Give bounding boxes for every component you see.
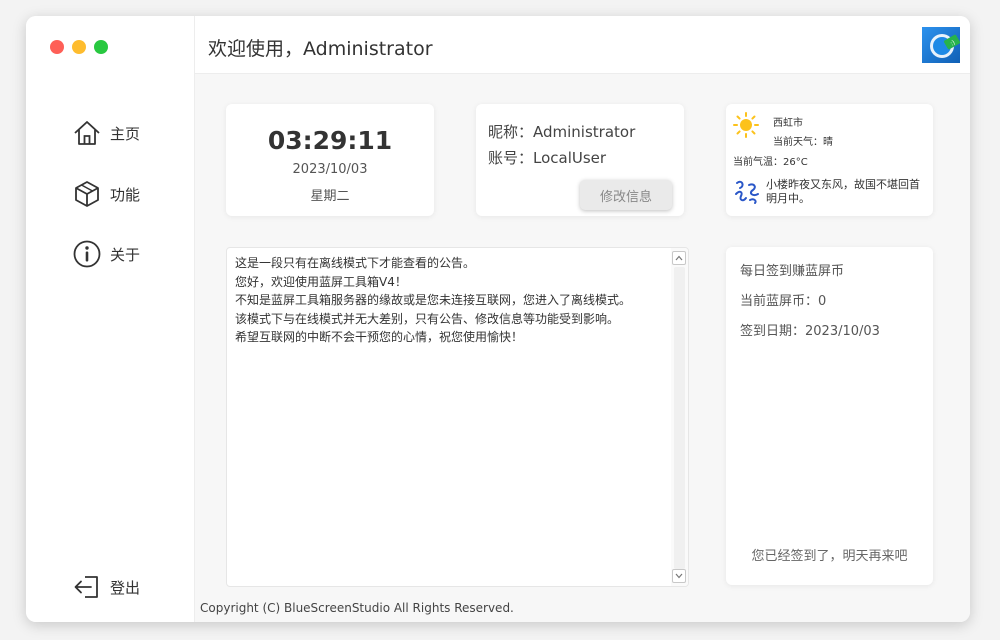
scroll-down-button[interactable] [672, 569, 686, 583]
signin-card: 每日签到赚蓝屏币 当前蓝屏币：0 签到日期：2023/10/03 您已经签到了，… [726, 247, 933, 585]
weather-condition: 当前天气：晴 [773, 137, 833, 148]
home-icon [74, 121, 100, 145]
scroll-up-button[interactable] [672, 251, 686, 265]
edit-info-button[interactable]: 修改信息 [580, 180, 672, 210]
notice-line: 该模式下与在线模式并无大差别，只有公告、修改信息等功能受到影响。 [235, 311, 620, 326]
notice-textarea[interactable]: 这是一段只有在离线模式下才能查看的公告。 您好，欢迎使用蓝屏工具箱V4！ 不知是蓝屏… [226, 247, 689, 587]
info-icon [73, 240, 101, 268]
copyright-text: Copyright (C) BlueScreenStudio All Right… [200, 601, 514, 615]
logout-label: 登出 [110, 578, 141, 597]
notice-line: 您好，欢迎使用蓝屏工具箱V4！ [235, 274, 407, 289]
notice-content: 这是一段只有在离线模式下才能查看的公告。 您好，欢迎使用蓝屏工具箱V4！ 不知是蓝屏… [235, 254, 663, 347]
sidebar: 主页 功能 关于 登出 [26, 16, 195, 622]
chevron-down-icon [675, 573, 683, 579]
weather-card: 西虹市 当前天气：晴 当前气温：26°C 小楼昨夜又东风，故国不堪回首明月中。 [726, 104, 933, 216]
coin-balance: 当前蓝屏币：0 [740, 294, 827, 309]
main-content: 欢迎使用，Administrator :) 03:29:11 2023/10/0… [195, 16, 970, 622]
logout-icon [74, 576, 98, 598]
title-bar: 欢迎使用，Administrator :) [195, 16, 970, 74]
notice-line: 不知是蓝屏工具箱服务器的缘故或是您未连接互联网，您进入了离线模式。 [235, 293, 632, 307]
maximize-button[interactable] [94, 40, 108, 54]
sidebar-item-home[interactable]: 主页 [72, 118, 140, 148]
page-title: 欢迎使用，Administrator [208, 38, 433, 60]
nickname-text: 昵称：Administrator [488, 123, 636, 141]
weather-temperature: 当前气温：26°C [733, 157, 808, 168]
logout-button[interactable]: 登出 [72, 572, 140, 602]
sidebar-item-about[interactable]: 关于 [72, 239, 140, 269]
window-controls [50, 40, 108, 54]
chevron-up-icon [675, 255, 683, 261]
wind-icon [735, 180, 759, 204]
cube-icon [75, 181, 99, 207]
clock-weekday: 星期二 [310, 189, 350, 204]
app-logo-icon: :) [922, 27, 960, 63]
sidebar-item-functions[interactable]: 功能 [72, 179, 140, 209]
scrollbar-track[interactable] [674, 267, 685, 569]
account-text: 账号：LocalUser [488, 149, 607, 167]
signin-title: 每日签到赚蓝屏币 [740, 264, 845, 279]
signin-status: 您已经签到了，明天再来吧 [751, 549, 908, 564]
clock-card: 03:29:11 2023/10/03 星期二 [226, 104, 434, 216]
sidebar-item-label: 关于 [110, 245, 141, 264]
notice-scrollbar[interactable] [671, 248, 688, 586]
weather-quote: 小楼昨夜又东风，故国不堪回首明月中。 [766, 178, 920, 205]
sun-icon [733, 112, 759, 138]
sidebar-item-label: 功能 [110, 185, 141, 204]
weather-city: 西虹市 [773, 118, 803, 129]
close-button[interactable] [50, 40, 64, 54]
user-info-card: 昵称：Administrator 账号：LocalUser 修改信息 [476, 104, 684, 216]
clock-time: 03:29:11 [267, 126, 393, 155]
minimize-button[interactable] [72, 40, 86, 54]
app-window: 主页 功能 关于 登出 欢迎使用，Administrator:) 03:29:… [26, 16, 970, 622]
sidebar-item-label: 主页 [110, 124, 141, 143]
notice-line: 希望互联网的中断不会干预您的心情，祝您使用愉快！ [235, 330, 524, 344]
signin-date: 签到日期：2023/10/03 [740, 324, 880, 339]
notice-line: 这是一段只有在离线模式下才能查看的公告。 [235, 256, 476, 270]
clock-date: 2023/10/03 [292, 162, 368, 177]
